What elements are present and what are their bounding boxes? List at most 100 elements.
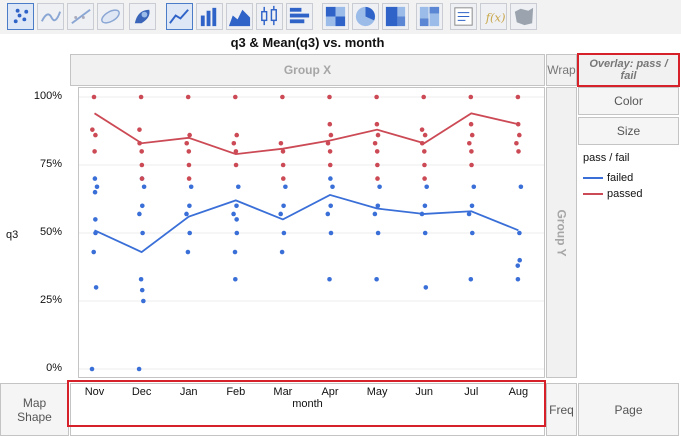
data-point-failed[interactable] [281, 230, 287, 236]
data-point-failed[interactable] [232, 249, 238, 255]
data-point-failed[interactable] [278, 211, 283, 217]
data-point-passed[interactable] [280, 94, 285, 100]
data-point-failed[interactable] [184, 211, 189, 217]
line-of-fit-button[interactable] [67, 3, 94, 30]
data-point-passed[interactable] [327, 149, 333, 154]
data-point-passed[interactable] [137, 127, 142, 132]
data-point-passed[interactable] [280, 162, 286, 168]
data-point-passed[interactable] [186, 176, 192, 181]
data-point-passed[interactable] [234, 132, 240, 138]
data-point-failed[interactable] [92, 189, 98, 195]
color-zone[interactable]: Color [578, 87, 679, 115]
data-point-failed[interactable] [518, 184, 524, 190]
mosaic-button[interactable] [416, 3, 443, 30]
data-point-failed[interactable] [517, 257, 522, 263]
data-point-failed[interactable] [185, 249, 191, 255]
data-point-failed[interactable] [231, 211, 236, 217]
data-point-failed[interactable] [372, 211, 378, 217]
size-zone[interactable]: Size [578, 117, 679, 145]
data-point-passed[interactable] [469, 162, 474, 168]
data-point-passed[interactable] [374, 149, 380, 154]
histogram-button[interactable] [286, 3, 313, 30]
data-point-passed[interactable] [375, 162, 380, 168]
data-point-passed[interactable] [468, 121, 474, 127]
data-point-failed[interactable] [281, 203, 286, 209]
data-point-passed[interactable] [375, 132, 381, 138]
data-point-failed[interactable] [515, 263, 521, 268]
data-point-passed[interactable] [91, 94, 97, 100]
mean-line-passed[interactable] [94, 112, 519, 156]
treemap-button[interactable] [382, 3, 409, 30]
data-point-failed[interactable] [517, 230, 522, 236]
data-point-passed[interactable] [233, 94, 238, 100]
caption-box-button[interactable] [450, 3, 477, 30]
data-point-failed[interactable] [91, 249, 97, 255]
data-point-failed[interactable] [330, 184, 335, 190]
data-point-failed[interactable] [327, 276, 332, 282]
data-point-failed[interactable] [235, 184, 241, 190]
data-point-failed[interactable] [94, 184, 100, 190]
data-point-passed[interactable] [374, 121, 380, 127]
data-point-failed[interactable] [328, 230, 334, 236]
legend-item-passed[interactable]: passed [583, 188, 642, 202]
data-point-passed[interactable] [468, 94, 474, 100]
data-point-passed[interactable] [281, 176, 286, 181]
data-point-passed[interactable] [327, 162, 333, 168]
data-point-failed[interactable] [325, 211, 331, 217]
data-point-failed[interactable] [377, 184, 382, 190]
data-point-passed[interactable] [327, 121, 333, 127]
data-point-passed[interactable] [421, 94, 427, 100]
data-point-passed[interactable] [231, 140, 237, 146]
data-point-passed[interactable] [517, 132, 522, 138]
pie-button[interactable] [352, 3, 379, 30]
data-point-failed[interactable] [422, 203, 428, 209]
data-point-passed[interactable] [374, 94, 379, 100]
data-point-passed[interactable] [187, 132, 192, 138]
data-point-passed[interactable] [422, 162, 427, 168]
data-point-passed[interactable] [186, 162, 192, 168]
data-point-passed[interactable] [184, 140, 190, 146]
data-point-failed[interactable] [137, 211, 142, 217]
data-point-failed[interactable] [515, 276, 521, 282]
box-plot-button[interactable] [256, 3, 283, 30]
formula-button[interactable]: f(x) [480, 3, 507, 30]
page-zone[interactable]: Page [578, 383, 679, 436]
data-point-failed[interactable] [424, 184, 429, 190]
ellipse-button[interactable] [97, 3, 124, 30]
data-point-failed[interactable] [374, 276, 379, 282]
data-point-passed[interactable] [469, 149, 474, 154]
data-point-passed[interactable] [139, 176, 145, 181]
data-point-passed[interactable] [514, 140, 519, 146]
data-point-failed[interactable] [187, 230, 192, 236]
map-shape-zone[interactable]: Map Shape [0, 383, 69, 436]
data-point-failed[interactable] [470, 230, 475, 236]
data-point-passed[interactable] [372, 140, 378, 146]
data-point-passed[interactable] [233, 162, 239, 168]
line-button[interactable] [166, 3, 193, 30]
smoother-button[interactable] [37, 3, 64, 30]
data-point-passed[interactable] [467, 140, 472, 146]
data-point-failed[interactable] [140, 230, 145, 236]
legend-item-failed[interactable]: failed [583, 172, 633, 186]
data-point-passed[interactable] [469, 132, 475, 138]
data-point-failed[interactable] [233, 276, 238, 282]
data-point-passed[interactable] [93, 132, 98, 138]
data-point-failed[interactable] [234, 203, 239, 209]
data-point-failed[interactable] [468, 276, 474, 282]
data-point-failed[interactable] [375, 230, 381, 236]
data-point-failed[interactable] [188, 184, 194, 190]
wrap-zone[interactable]: Wrap [546, 54, 577, 86]
plot-area[interactable] [78, 87, 545, 378]
data-point-passed[interactable] [327, 94, 332, 100]
points-button[interactable] [7, 3, 34, 30]
data-point-passed[interactable] [515, 94, 521, 100]
data-point-failed[interactable] [283, 184, 288, 190]
data-point-failed[interactable] [469, 203, 475, 209]
data-point-failed[interactable] [328, 203, 333, 209]
map-shapes-button[interactable] [510, 3, 537, 30]
data-point-passed[interactable] [139, 162, 145, 168]
data-point-failed[interactable] [422, 230, 428, 236]
data-point-passed[interactable] [278, 140, 284, 146]
y-axis-label[interactable]: q3 [6, 229, 18, 241]
data-point-passed[interactable] [92, 149, 97, 154]
